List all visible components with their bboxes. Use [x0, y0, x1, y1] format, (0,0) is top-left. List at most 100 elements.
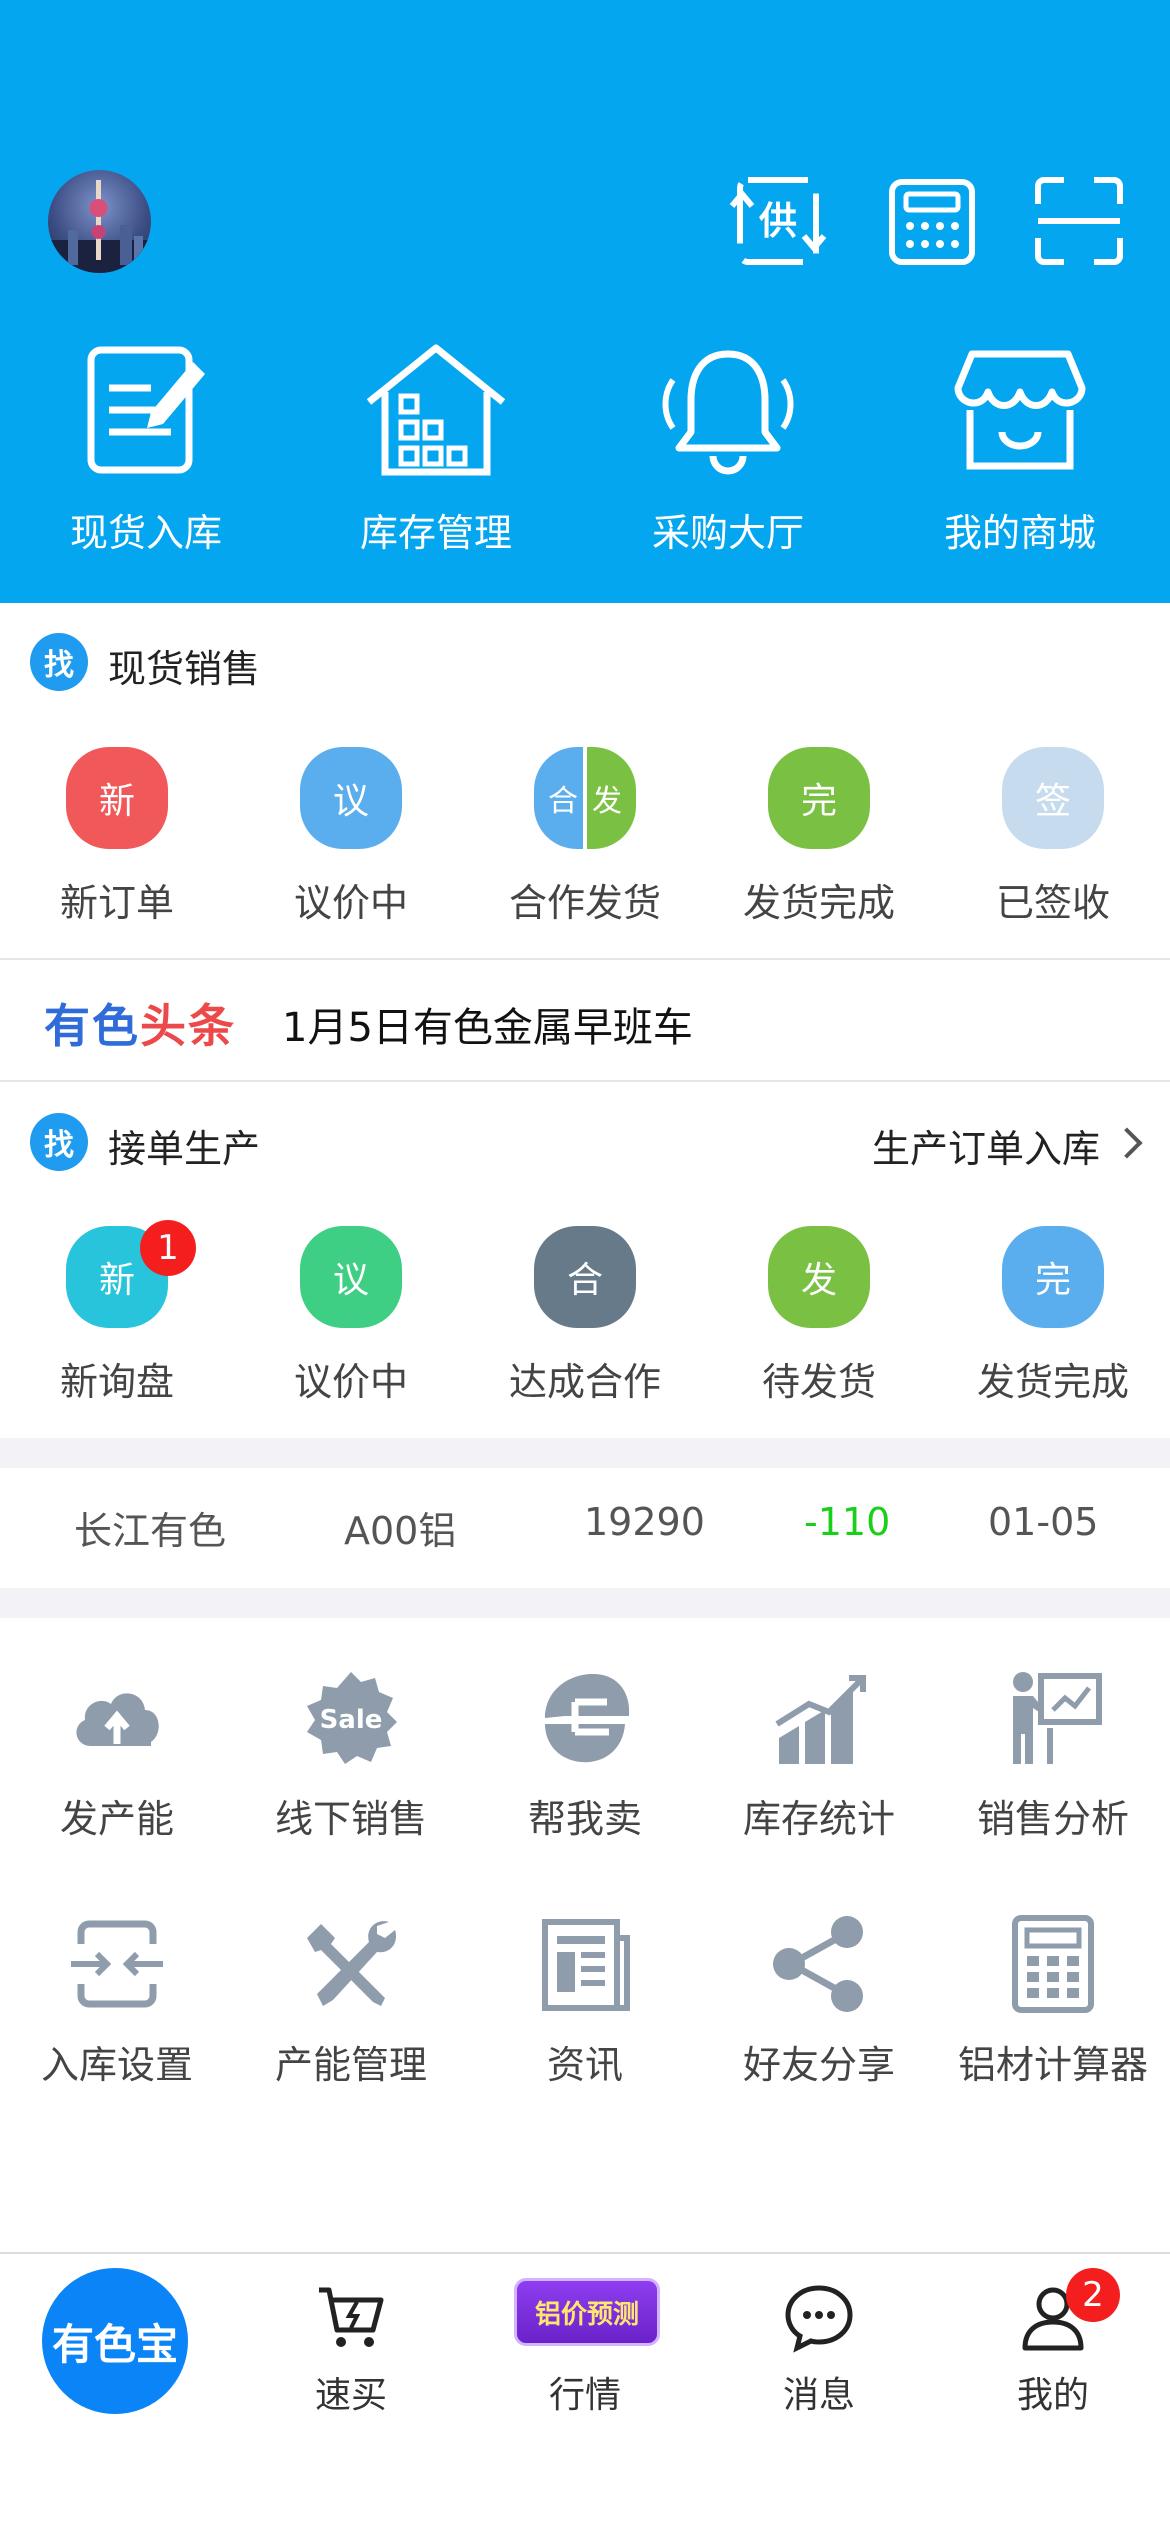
bar-chart-icon: [775, 1675, 866, 1764]
tool-label: 销售分析: [976, 1797, 1129, 1841]
status-shipped[interactable]: 完 发货完成: [702, 747, 936, 927]
tool-inventory-stats[interactable]: 库存统计: [702, 1668, 936, 1868]
tile-label: 采购大厅: [651, 511, 804, 555]
status-cooperation[interactable]: 合 达成合作: [468, 1226, 702, 1406]
negotiating-icon: 议: [300, 747, 402, 849]
tool-label: 库存统计: [742, 1797, 895, 1841]
find-badge: 找: [30, 633, 88, 691]
newspaper-icon: [542, 1919, 630, 2011]
status-label: 发货完成: [976, 1360, 1129, 1404]
tool-offline-sales[interactable]: Sale 线下销售: [234, 1668, 468, 1868]
section-title: 现货销售: [108, 647, 261, 691]
find-badge: 找: [30, 1113, 88, 1171]
tab-label: 消息: [782, 2375, 855, 2416]
status-negotiating[interactable]: 议 议价中: [234, 747, 468, 927]
status-shipped[interactable]: 完 发货完成: [936, 1226, 1170, 1406]
status-coop-shipping[interactable]: 合 发 合作发货: [468, 747, 702, 927]
tab-label: 速买: [314, 2375, 387, 2416]
status-label: 达成合作: [508, 1360, 661, 1404]
section-title: 接单生产: [108, 1127, 261, 1171]
tile-purchase-hall[interactable]: 采购大厅: [598, 340, 858, 580]
home-logo[interactable]: 有色宝: [42, 2268, 188, 2414]
status-label: 议价中: [293, 881, 408, 925]
tab-quick-buy[interactable]: 速买: [234, 2254, 468, 2444]
negotiating-icon: 议: [300, 1226, 402, 1328]
tile-inventory[interactable]: 库存管理: [306, 340, 566, 580]
presentation-icon: [1013, 1672, 1102, 1764]
tab-label: 我的: [1016, 2375, 1089, 2416]
divider: [0, 958, 1170, 960]
new-order-icon: 新: [66, 747, 168, 849]
status-label: 议价中: [293, 1360, 408, 1404]
production-order-inbound-link[interactable]: 生产订单入库: [872, 1118, 1100, 1173]
svg-text:供: 供: [759, 199, 797, 243]
tool-inbound-settings[interactable]: 入库设置: [0, 1914, 234, 2114]
price-forecast-badge[interactable]: 铝价预测: [514, 2278, 660, 2346]
price-market: 长江有色: [74, 1509, 227, 1553]
price-change: -110: [804, 1500, 891, 1544]
tile-label: 库存管理: [359, 511, 512, 555]
tool-sales-analysis[interactable]: 销售分析: [936, 1668, 1170, 1868]
tile-label: 我的商城: [943, 511, 1096, 555]
price-date: 01-05: [988, 1500, 1099, 1544]
tile-my-shop[interactable]: 我的商城: [890, 340, 1150, 580]
bottom-tab-bar: 有色宝 速买 铝价预测 行情 消息 2 我的: [0, 2252, 1170, 2532]
calculator-icon: [1012, 1915, 1094, 2013]
status-label: 发货完成: [742, 881, 895, 925]
shipped-icon: 完: [1002, 1226, 1104, 1328]
tool-share-friends[interactable]: 好友分享: [702, 1914, 936, 2114]
inbound-settings-icon: [71, 1920, 163, 2008]
tool-help-me-sell[interactable]: 帮我卖: [468, 1668, 702, 1868]
supply-icon[interactable]: 供: [728, 176, 828, 270]
status-new-inquiry[interactable]: 新 1 新询盘: [0, 1220, 234, 1406]
tool-label: 线下销售: [274, 1797, 427, 1841]
chat-bubble-icon: [785, 2285, 853, 2353]
notification-badge: 1: [140, 1220, 196, 1276]
tab-me[interactable]: 2 我的: [936, 2254, 1170, 2444]
status-label: 合作发货: [508, 881, 661, 925]
to-ship-icon: 发: [768, 1226, 870, 1328]
tile-spot-inbound[interactable]: 现货入库: [16, 340, 276, 580]
calculator-icon[interactable]: [888, 178, 976, 270]
tool-news[interactable]: 资讯: [468, 1914, 702, 2114]
tool-label: 好友分享: [742, 2043, 895, 2087]
tab-messages[interactable]: 消息: [702, 2254, 936, 2444]
help-sell-icon: [545, 1674, 630, 1763]
tab-market[interactable]: 铝价预测 行情: [468, 2254, 702, 2444]
status-negotiating[interactable]: 议 议价中: [234, 1226, 468, 1406]
tool-publish-capacity[interactable]: 发产能: [0, 1668, 234, 1868]
chevron-right-icon[interactable]: [1111, 1127, 1143, 1159]
section-gap: [0, 1588, 1170, 1618]
tool-label: 铝材计算器: [957, 2043, 1148, 2087]
signed-icon: 签: [1002, 747, 1104, 849]
section-gap: [0, 1438, 1170, 1468]
status-label: 新询盘: [59, 1360, 174, 1404]
status-signed[interactable]: 签 已签收: [936, 747, 1170, 927]
tool-label: 帮我卖: [527, 1797, 642, 1841]
status-label: 待发货: [761, 1360, 876, 1404]
scan-icon[interactable]: [1034, 176, 1124, 270]
headline-brand-logo: 有色头条: [44, 999, 236, 1053]
sale-badge-icon: Sale: [307, 1672, 397, 1764]
cooperation-icon: 合: [534, 1226, 636, 1328]
divider: [0, 1080, 1170, 1082]
status-label: 已签收: [995, 881, 1110, 925]
warehouse-icon: [366, 344, 506, 476]
share-icon: [773, 1916, 863, 2012]
tool-aluminum-calculator[interactable]: 铝材计算器: [936, 1914, 1170, 2114]
spot-sales-header: 找 现货销售: [0, 622, 1170, 702]
avatar[interactable]: [48, 170, 151, 273]
status-new-order[interactable]: 新 新订单: [0, 747, 234, 927]
production-header: 找 接单生产 生产订单入库: [0, 1102, 1170, 1182]
cloud-upload-icon: [76, 1693, 159, 1746]
tab-home[interactable]: 有色宝: [0, 2254, 234, 2444]
notification-badge: 2: [1066, 2268, 1120, 2322]
tool-capacity-management[interactable]: 产能管理: [234, 1914, 468, 2114]
svg-text:Sale: Sale: [320, 1705, 383, 1735]
edit-document-icon: [87, 346, 205, 474]
headline-text[interactable]: 1月5日有色金属早班车: [282, 995, 693, 1053]
tools-icon: [307, 1921, 397, 2006]
app-header: 供 现货入库 库存管理 采购大厅 我的商城: [0, 0, 1170, 603]
status-to-ship[interactable]: 发 待发货: [702, 1226, 936, 1406]
cart-icon: [319, 2287, 384, 2347]
